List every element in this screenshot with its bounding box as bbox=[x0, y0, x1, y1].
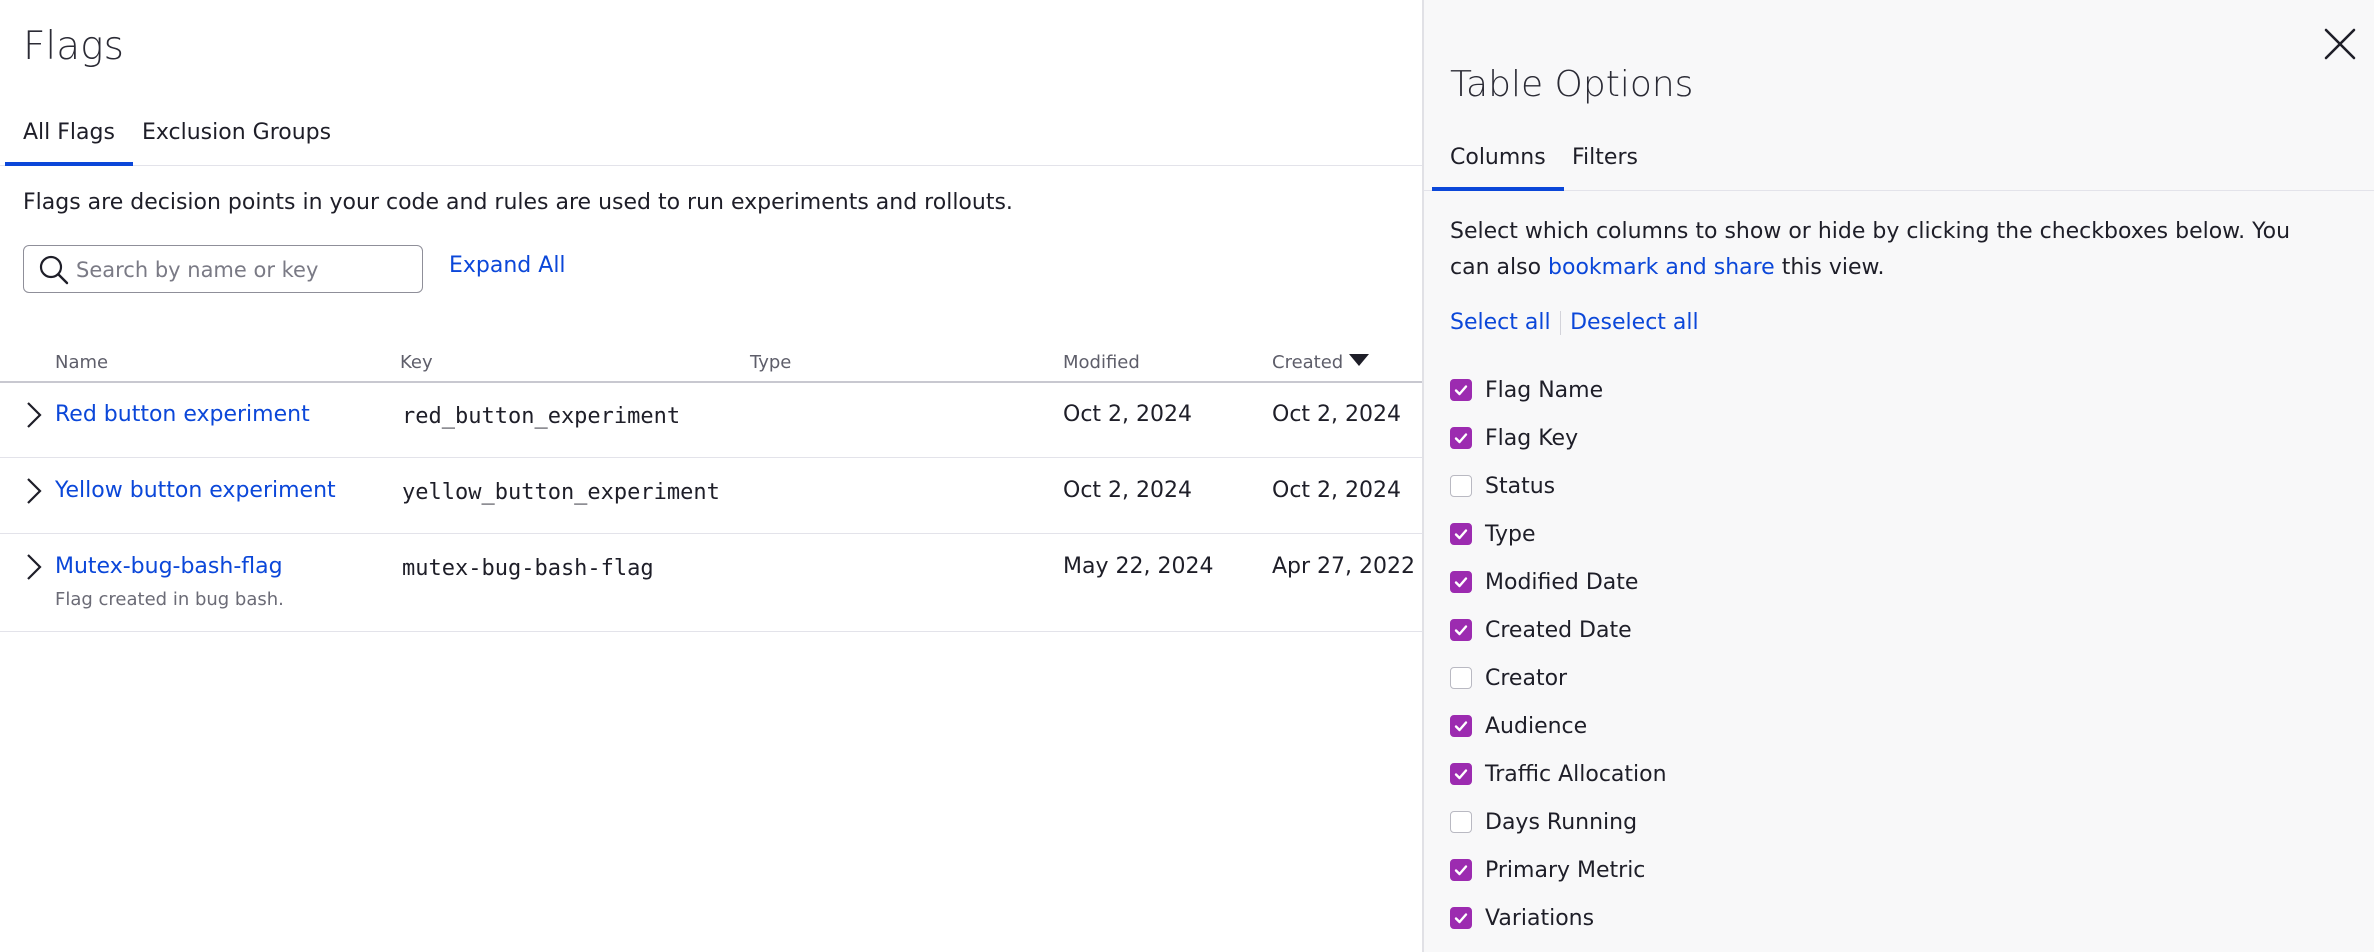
column-option-label: Type bbox=[1485, 521, 1536, 547]
flag-created: Oct 2, 2024 bbox=[1272, 402, 1402, 427]
column-option-label: Creator bbox=[1485, 665, 1568, 691]
column-header-type[interactable]: Type bbox=[750, 352, 791, 373]
tab-filters[interactable]: Filters bbox=[1572, 145, 1638, 189]
column-checkbox[interactable] bbox=[1450, 811, 1472, 833]
column-option-label: Primary Metric bbox=[1485, 857, 1646, 883]
table-row: Red button experiment red_button_experim… bbox=[0, 383, 1422, 458]
chevron-right-icon[interactable] bbox=[26, 477, 42, 505]
column-checkbox[interactable] bbox=[1450, 427, 1472, 449]
bookmark-share-link[interactable]: bookmark and share bbox=[1548, 255, 1775, 280]
column-checkbox[interactable] bbox=[1450, 523, 1472, 545]
column-option[interactable]: Days Running bbox=[1450, 798, 1667, 846]
flag-created: Apr 27, 2022 bbox=[1272, 554, 1416, 579]
column-option-label: Created Date bbox=[1485, 617, 1632, 643]
column-option[interactable]: Primary Metric bbox=[1450, 846, 1667, 894]
table-options-panel: Table Options Columns Filters Select whi… bbox=[1422, 0, 2374, 952]
table-header: Name Key Type Modified Created bbox=[0, 345, 1422, 383]
chevron-right-icon[interactable] bbox=[26, 401, 42, 429]
flag-key: mutex-bug-bash-flag bbox=[402, 556, 654, 581]
column-option[interactable]: Flag Key bbox=[1450, 414, 1667, 462]
search-box bbox=[23, 245, 423, 293]
column-checkbox[interactable] bbox=[1450, 763, 1472, 785]
column-option-label: Days Running bbox=[1485, 809, 1638, 835]
column-header-modified[interactable]: Modified bbox=[1063, 352, 1140, 373]
flag-name-link[interactable]: Red button experiment bbox=[55, 402, 310, 427]
table-row: Yellow button experiment yellow_button_e… bbox=[0, 459, 1422, 534]
column-header-name[interactable]: Name bbox=[55, 352, 108, 373]
column-option-label: Variations bbox=[1485, 905, 1595, 931]
flag-tabs: All Flags Exclusion Groups bbox=[0, 116, 1422, 166]
close-icon[interactable] bbox=[2320, 24, 2360, 64]
column-option[interactable]: Created Date bbox=[1450, 606, 1667, 654]
checkmark-icon bbox=[1454, 769, 1468, 780]
column-header-key[interactable]: Key bbox=[400, 352, 433, 373]
checkmark-icon bbox=[1454, 865, 1468, 876]
column-header-created[interactable]: Created bbox=[1272, 352, 1343, 373]
checkmark-icon bbox=[1454, 385, 1468, 396]
panel-title: Table Options bbox=[1450, 64, 1694, 105]
flag-modified: Oct 2, 2024 bbox=[1063, 478, 1193, 503]
flag-modified: Oct 2, 2024 bbox=[1063, 402, 1193, 427]
column-checkbox-list: Flag Name Flag Key Status Type Modified Date… bbox=[1450, 366, 1667, 942]
checkmark-icon bbox=[1454, 721, 1468, 732]
flag-key: yellow_button_experiment bbox=[402, 480, 720, 505]
column-option-label: Audience bbox=[1485, 713, 1588, 739]
tab-columns[interactable]: Columns bbox=[1432, 145, 1564, 191]
column-checkbox[interactable] bbox=[1450, 907, 1472, 929]
column-checkbox[interactable] bbox=[1450, 379, 1472, 401]
search-input[interactable] bbox=[74, 246, 418, 293]
column-option[interactable]: Flag Name bbox=[1450, 366, 1667, 414]
column-checkbox[interactable] bbox=[1450, 619, 1472, 641]
checkmark-icon bbox=[1454, 913, 1468, 924]
flag-key: red_button_experiment bbox=[402, 404, 681, 429]
checkmark-icon bbox=[1454, 529, 1468, 540]
column-checkbox[interactable] bbox=[1450, 571, 1472, 593]
checkmark-icon bbox=[1454, 433, 1468, 444]
flag-name-link[interactable]: Yellow button experiment bbox=[55, 478, 336, 503]
flag-created: Oct 2, 2024 bbox=[1272, 478, 1402, 503]
column-option-label: Flag Key bbox=[1485, 425, 1579, 451]
panel-description-tail: this view. bbox=[1774, 255, 1885, 280]
deselect-all-button[interactable]: Deselect all bbox=[1570, 310, 1699, 335]
column-option[interactable]: Type bbox=[1450, 510, 1667, 558]
tab-all-flags[interactable]: All Flags bbox=[5, 120, 133, 166]
column-option-label: Flag Name bbox=[1485, 377, 1604, 403]
column-option-label: Traffic Allocation bbox=[1485, 761, 1667, 787]
column-option[interactable]: Modified Date bbox=[1450, 558, 1667, 606]
select-all-button[interactable]: Select all bbox=[1450, 310, 1551, 335]
flag-modified: May 22, 2024 bbox=[1063, 554, 1214, 579]
page-title: Flags bbox=[23, 24, 124, 69]
column-option[interactable]: Variations bbox=[1450, 894, 1667, 942]
caret-down-icon[interactable] bbox=[1348, 353, 1370, 367]
column-checkbox[interactable] bbox=[1450, 859, 1472, 881]
divider bbox=[1559, 311, 1562, 335]
column-option-label: Status bbox=[1485, 473, 1556, 499]
page-description: Flags are decision points in your code a… bbox=[23, 190, 1013, 215]
column-option-label: Modified Date bbox=[1485, 569, 1639, 595]
column-option[interactable]: Traffic Allocation bbox=[1450, 750, 1667, 798]
table-row: Mutex-bug-bash-flag Flag created in bug … bbox=[0, 535, 1422, 632]
chevron-right-icon[interactable] bbox=[26, 553, 42, 581]
panel-description: Select which columns to show or hide by … bbox=[1450, 214, 2330, 286]
expand-all-button[interactable]: Expand All bbox=[449, 253, 566, 278]
column-option[interactable]: Creator bbox=[1450, 654, 1667, 702]
column-checkbox[interactable] bbox=[1450, 715, 1472, 737]
flag-description: Flag created in bug bash. bbox=[55, 589, 284, 610]
column-option[interactable]: Status bbox=[1450, 462, 1667, 510]
column-option[interactable]: Audience bbox=[1450, 702, 1667, 750]
flags-page: Flags All Flags Exclusion Groups Flags a… bbox=[0, 0, 1422, 952]
column-checkbox[interactable] bbox=[1450, 667, 1472, 689]
checkmark-icon bbox=[1454, 577, 1468, 588]
column-checkbox[interactable] bbox=[1450, 475, 1472, 497]
search-icon bbox=[39, 255, 69, 285]
flag-name-link[interactable]: Mutex-bug-bash-flag bbox=[55, 554, 283, 579]
checkmark-icon bbox=[1454, 625, 1468, 636]
select-links: Select all Deselect all bbox=[1450, 310, 1699, 335]
panel-tabs: Columns Filters bbox=[1424, 142, 2374, 191]
tab-exclusion-groups[interactable]: Exclusion Groups bbox=[142, 120, 331, 164]
